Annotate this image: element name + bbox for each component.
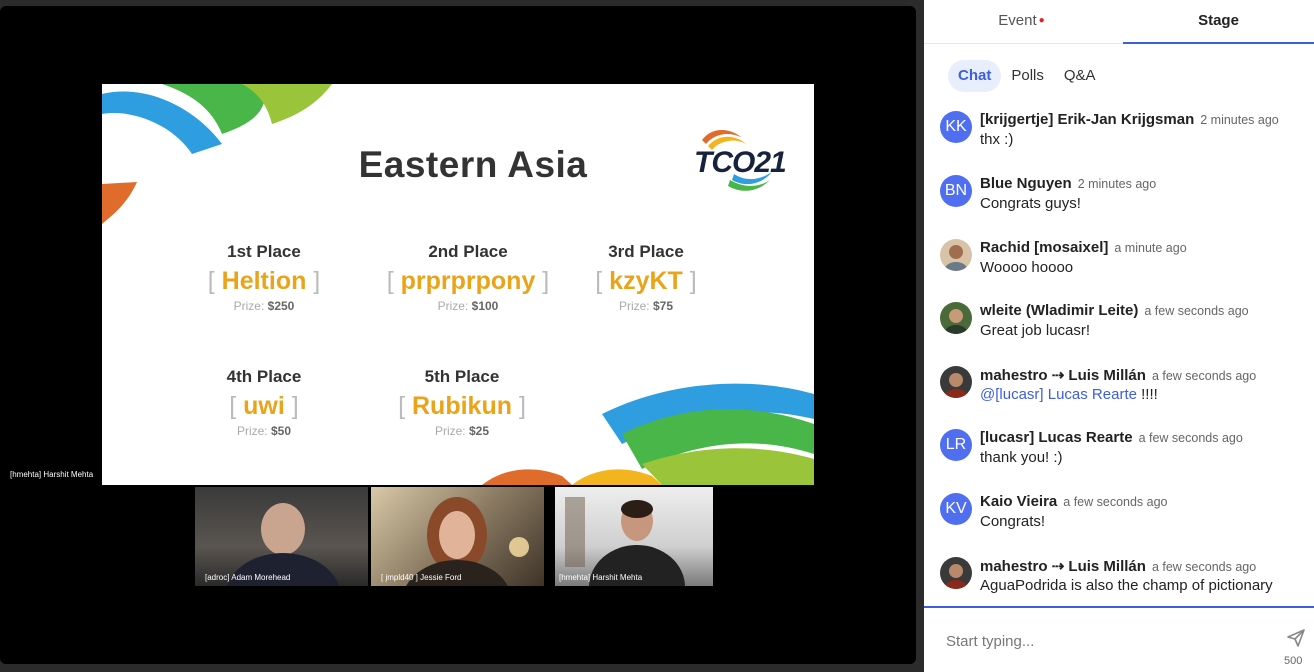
chat-message: BN Blue Nguyen 2 minutes ago Congrats guy… (940, 175, 1300, 227)
message-text: AguaPodrida is also the champ of piction… (980, 577, 1273, 594)
tab-qa[interactable]: Q&A (1054, 60, 1106, 92)
message-author[interactable]: wleite (Wladimir Leite) (980, 302, 1138, 319)
place-prize: Prize: $75 (618, 299, 674, 313)
message-time: a few seconds ago (1151, 560, 1257, 574)
place-winner: [ prprprpony ] (386, 267, 550, 295)
message-text: thx :) (980, 131, 1014, 148)
message-time: 2 minutes ago (1077, 177, 1157, 191)
tab-stage[interactable]: Stage (1123, 0, 1314, 44)
place-title: 5th Place (424, 367, 500, 386)
place-winner: [ uwi ] (229, 392, 299, 420)
chat-composer: 500 (924, 606, 1314, 672)
tab-event[interactable]: Event ● (924, 0, 1119, 44)
message-text: Congrats! (980, 513, 1046, 530)
message-time: a few seconds ago (1144, 304, 1249, 318)
message-author[interactable]: Blue Nguyen (980, 175, 1072, 192)
message-time: a few seconds ago (1063, 495, 1168, 509)
chat-message: LR [lucasr] Lucas Rearte a few seconds ag… (940, 429, 1300, 481)
message-time: a few seconds ago (1138, 431, 1243, 445)
char-count: 500 (1284, 655, 1303, 667)
tco-logo-text: TCO21 (694, 146, 787, 179)
place-3: 3rd Place [ kzyKT ] Prize: $75 (551, 242, 741, 313)
avatar[interactable]: KV (940, 493, 972, 525)
stage-area: Eastern Asia TCO21 1st Place [ Heltion ]… (0, 6, 916, 664)
message-text: @[lucasr] Lucas Rearte !!!! (980, 386, 1158, 403)
participant-name: [ jmpld40 ] Jessie Ford (381, 573, 462, 582)
place-1: 1st Place [ Heltion ] Prize: $250 (169, 242, 359, 313)
message-text: Congrats guys! (980, 195, 1081, 212)
message-time: a minute ago (1114, 241, 1187, 255)
message-author[interactable]: mahestro ⇢ Luis Millán (980, 558, 1146, 575)
place-title: 3rd Place (608, 242, 684, 261)
place-prize: Prize: $50 (236, 424, 292, 438)
avatar[interactable]: LR (940, 429, 972, 461)
participant-tile[interactable]: [adroc] Adam Morehead (195, 487, 368, 586)
message-text: Woooo hoooo (980, 259, 1074, 276)
participant-name: [adroc] Adam Morehead (205, 573, 291, 582)
message-text: thank you! :) (980, 449, 1063, 466)
chat-message: wleite (Wladimir Leite) a few seconds ago… (940, 302, 1300, 354)
tab-polls[interactable]: Polls (1001, 60, 1054, 92)
send-icon[interactable] (1286, 628, 1306, 648)
place-winner: [ Heltion ] (207, 267, 321, 295)
message-author[interactable]: Kaio Vieira (980, 493, 1057, 510)
place-2: 2nd Place [ prprprpony ] Prize: $100 (373, 242, 563, 313)
chat-input[interactable] (946, 628, 1256, 654)
sub-tabs: Chat Polls Q&A (948, 60, 1106, 92)
message-author[interactable]: [lucasr] Lucas Rearte (980, 429, 1133, 446)
chat-message: KV Kaio Vieira a few seconds ago Congrats… (940, 493, 1300, 545)
message-time: a few seconds ago (1151, 369, 1257, 383)
participant-tile[interactable]: [hmehta] Harshit Mehta (555, 487, 713, 586)
side-panel: Event ● Stage Chat Polls Q&A KK [krijgert… (924, 0, 1314, 672)
participant-name: [hmehta] Harshit Mehta (559, 573, 643, 582)
message-author[interactable]: [krijgertje] Erik-Jan Krijgsman (980, 111, 1194, 128)
place-winner: [ Rubikun ] (398, 392, 526, 420)
avatar[interactable]: BN (940, 175, 972, 207)
avatar[interactable] (940, 557, 972, 589)
message-text: Great job lucasr! (980, 322, 1091, 339)
avatar[interactable]: KK (940, 111, 972, 143)
place-4: 4th Place [ uwi ] Prize: $50 (169, 367, 359, 438)
place-title: 4th Place (226, 367, 302, 386)
tab-chat[interactable]: Chat (948, 60, 1002, 92)
chat-message: mahestro ⇢ Luis Millán a few seconds ago … (940, 366, 1300, 418)
place-winner: [ kzyKT ] (595, 267, 697, 295)
chat-message: Rachid [mosaixel] a minute ago Woooo hooo… (940, 239, 1300, 291)
message-author[interactable]: mahestro ⇢ Luis Millán (980, 367, 1146, 384)
place-title: 1st Place (227, 242, 301, 261)
place-5: 5th Place [ Rubikun ] Prize: $25 (367, 367, 557, 438)
place-prize: Prize: $25 (434, 424, 490, 438)
place-prize: Prize: $100 (437, 299, 499, 313)
chat-message: mahestro ⇢ Luis Millán a few seconds ago … (940, 557, 1300, 609)
avatar[interactable] (940, 239, 972, 271)
place-prize: Prize: $250 (233, 299, 295, 313)
place-title: 2nd Place (428, 242, 508, 261)
presentation-slide: Eastern Asia TCO21 1st Place [ Heltion ]… (102, 84, 814, 485)
message-time: 2 minutes ago (1200, 113, 1279, 127)
notification-dot-icon: ● (1038, 15, 1045, 26)
user-mention-link[interactable]: @[lucasr] Lucas Rearte (980, 386, 1137, 403)
participant-tile[interactable]: [ jmpld40 ] Jessie Ford (371, 487, 544, 586)
panel-tabs: Event ● Stage (924, 0, 1314, 44)
avatar[interactable] (940, 366, 972, 398)
avatar[interactable] (940, 302, 972, 334)
screen-share-name-tag: [hmehta] Harshit Mehta (6, 468, 98, 481)
chat-message: KK [krijgertje] Erik-Jan Krijgsman 2 minu… (940, 111, 1300, 163)
message-author[interactable]: Rachid [mosaixel] (980, 239, 1108, 256)
